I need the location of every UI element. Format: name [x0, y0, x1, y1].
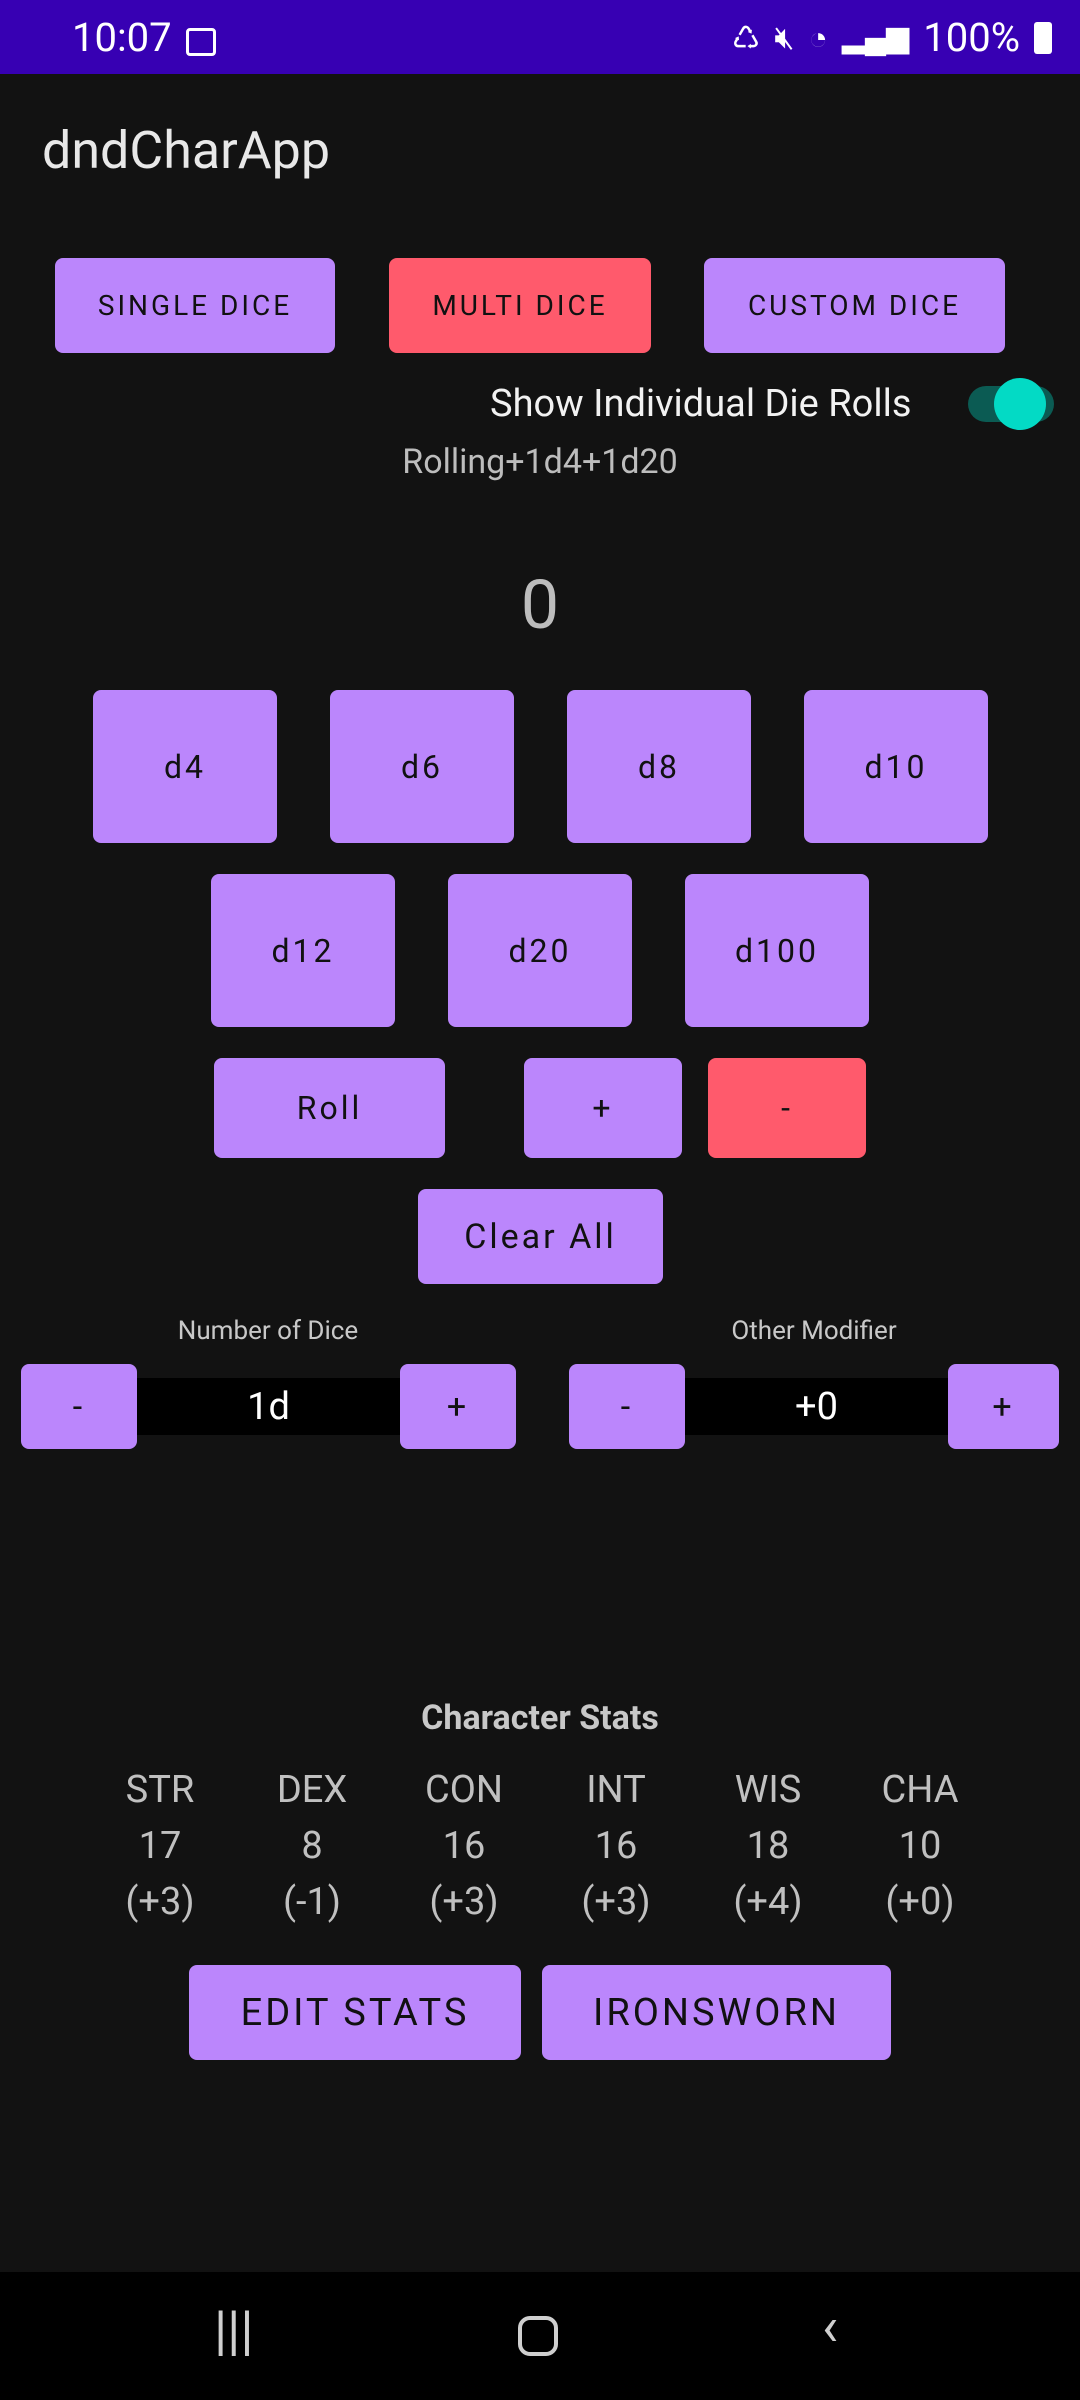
- other-modifier-label: Other Modifier: [731, 1316, 897, 1346]
- stat-name: STR: [125, 1768, 195, 1812]
- stat-dex: DEX 8 (-1): [237, 1762, 387, 1930]
- signal-icon: ▂▄▆: [841, 20, 910, 55]
- other-modifier-increment[interactable]: +: [948, 1364, 1059, 1449]
- other-modifier-decrement[interactable]: -: [569, 1364, 685, 1449]
- roll-result: 0: [520, 565, 560, 645]
- number-of-dice-increment[interactable]: +: [400, 1364, 516, 1449]
- stat-mod: (-1): [282, 1880, 342, 1924]
- d8-button[interactable]: d8: [567, 690, 751, 843]
- clear-all-button[interactable]: Clear All: [418, 1189, 663, 1284]
- other-modifier-value: +0: [685, 1378, 948, 1435]
- mute-icon: 🔇︎: [774, 18, 795, 56]
- number-of-dice-label: Number of Dice: [177, 1316, 359, 1346]
- edit-stats-button[interactable]: EDIT STATS: [189, 1965, 521, 2060]
- recent-apps-icon[interactable]: |||: [214, 2300, 254, 2363]
- stat-name: CON: [425, 1768, 503, 1812]
- number-of-dice-value: 1d: [137, 1378, 400, 1435]
- stat-name: WIS: [734, 1768, 802, 1812]
- stat-score: 16: [442, 1824, 486, 1868]
- stat-name: DEX: [276, 1768, 348, 1812]
- d100-button[interactable]: d100: [685, 874, 869, 1027]
- status-icons: ♺ 🔇︎ ◔ ▂▄▆ 100%: [732, 14, 1052, 61]
- show-individual-rolls-label: Show Individual Die Rolls: [490, 382, 912, 426]
- stat-score: 8: [301, 1824, 323, 1868]
- stat-score: 10: [898, 1824, 942, 1868]
- recycle-icon: ♺: [731, 18, 761, 57]
- stat-score: 17: [138, 1824, 182, 1868]
- status-time: 10:07: [72, 14, 172, 61]
- stat-mod: (+0): [885, 1880, 955, 1924]
- d10-button[interactable]: d10: [804, 690, 988, 843]
- back-icon[interactable]: ‹: [822, 2296, 838, 2359]
- d12-button[interactable]: d12: [211, 874, 395, 1027]
- stat-int: INT 16 (+3): [541, 1762, 691, 1930]
- stat-name: INT: [586, 1768, 646, 1812]
- single-dice-button[interactable]: SINGLE DICE: [55, 258, 335, 353]
- d20-button[interactable]: d20: [448, 874, 632, 1027]
- number-of-dice-decrement[interactable]: -: [21, 1364, 137, 1449]
- gallery-icon: [186, 28, 216, 56]
- multi-dice-button[interactable]: MULTI DICE: [389, 258, 651, 353]
- stat-mod: (+4): [733, 1880, 803, 1924]
- stat-score: 18: [746, 1824, 790, 1868]
- home-icon[interactable]: [518, 2316, 558, 2356]
- stat-wis: WIS 18 (+4): [693, 1762, 843, 1930]
- stat-str: STR 17 (+3): [85, 1762, 235, 1930]
- stat-mod: (+3): [581, 1880, 651, 1924]
- subtract-button[interactable]: -: [708, 1058, 866, 1158]
- battery-text: 100%: [923, 14, 1020, 61]
- stat-mod: (+3): [125, 1880, 195, 1924]
- d4-button[interactable]: d4: [93, 690, 277, 843]
- stat-con: CON 16 (+3): [389, 1762, 539, 1930]
- d6-button[interactable]: d6: [330, 690, 514, 843]
- stat-cha: CHA 10 (+0): [845, 1762, 995, 1930]
- character-stats-title: Character Stats: [421, 1698, 659, 1738]
- custom-dice-button[interactable]: CUSTOM DICE: [704, 258, 1005, 353]
- rolling-expression: Rolling+1d4+1d20: [402, 442, 678, 482]
- stat-mod: (+3): [429, 1880, 499, 1924]
- app-title: dndCharApp: [42, 120, 331, 181]
- battery-icon: [1034, 21, 1052, 54]
- toggle-thumb[interactable]: [994, 378, 1046, 430]
- wifi-icon: ◔: [808, 18, 828, 57]
- stat-name: CHA: [881, 1768, 959, 1812]
- stat-score: 16: [594, 1824, 638, 1868]
- add-button[interactable]: +: [524, 1058, 682, 1158]
- roll-button[interactable]: Roll: [214, 1058, 445, 1158]
- ironsworn-button[interactable]: IRONSWORN: [542, 1965, 891, 2060]
